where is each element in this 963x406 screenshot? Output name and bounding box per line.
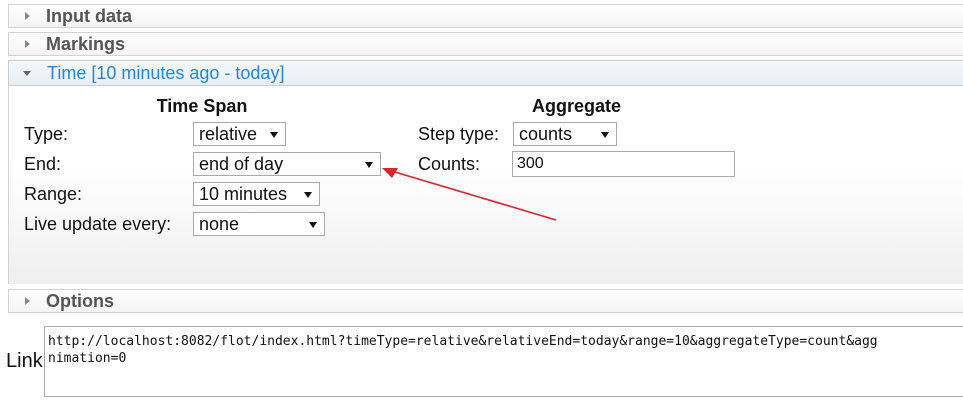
range-select-value: 10 minutes [199, 184, 288, 204]
accordion-label: Input data [46, 5, 132, 26]
link-label: Link [6, 350, 43, 372]
range-select[interactable]: 10 minutes [193, 182, 320, 206]
dropdown-arrow-icon [365, 162, 373, 168]
aggregate-title: Aggregate [417, 94, 736, 118]
live-update-label: Live update every: [24, 214, 172, 234]
range-label: Range: [24, 184, 83, 204]
triangle-down-icon [23, 70, 31, 76]
step-type-label: Step type: [418, 124, 500, 144]
link-textarea[interactable]: http://localhost:8082/flot/index.html?ti… [44, 326, 963, 397]
dropdown-arrow-icon [304, 192, 312, 198]
end-select[interactable]: end of day [193, 152, 381, 176]
step-type-select[interactable]: counts [513, 122, 617, 146]
triangle-right-icon [25, 12, 30, 20]
dropdown-arrow-icon [270, 132, 278, 138]
page: Input data Markings Time [10 minutes ago… [0, 0, 963, 406]
dropdown-arrow-icon [601, 132, 609, 138]
accordion-label: Markings [46, 33, 126, 54]
type-label: Type: [24, 124, 69, 144]
type-select[interactable]: relative [193, 122, 286, 146]
end-label: End: [24, 154, 62, 174]
live-update-select[interactable]: none [193, 212, 325, 236]
end-select-value: end of day [199, 154, 284, 174]
accordion-header-time[interactable]: Time [10 minutes ago - today] [8, 60, 963, 86]
accordion-header-markings[interactable]: Markings [8, 32, 963, 56]
annotation-arrow-icon [382, 168, 557, 221]
link-line-1: http://localhost:8082/flot/index.html?ti… [48, 334, 878, 349]
triangle-right-icon [25, 40, 30, 48]
dropdown-arrow-icon [309, 222, 317, 228]
link-line-2: nimation=0 [48, 351, 127, 366]
accordion-label: Options [46, 290, 114, 311]
accordion-label: Time [10 minutes ago - today] [47, 62, 285, 83]
type-select-value: relative [199, 124, 258, 144]
time-span-title: Time Span [23, 94, 381, 118]
triangle-right-icon [25, 297, 30, 305]
accordion-header-options[interactable]: Options [8, 289, 963, 313]
accordion-header-input-data[interactable]: Input data [8, 4, 963, 28]
live-update-select-value: none [199, 214, 240, 234]
step-type-select-value: counts [519, 124, 573, 144]
